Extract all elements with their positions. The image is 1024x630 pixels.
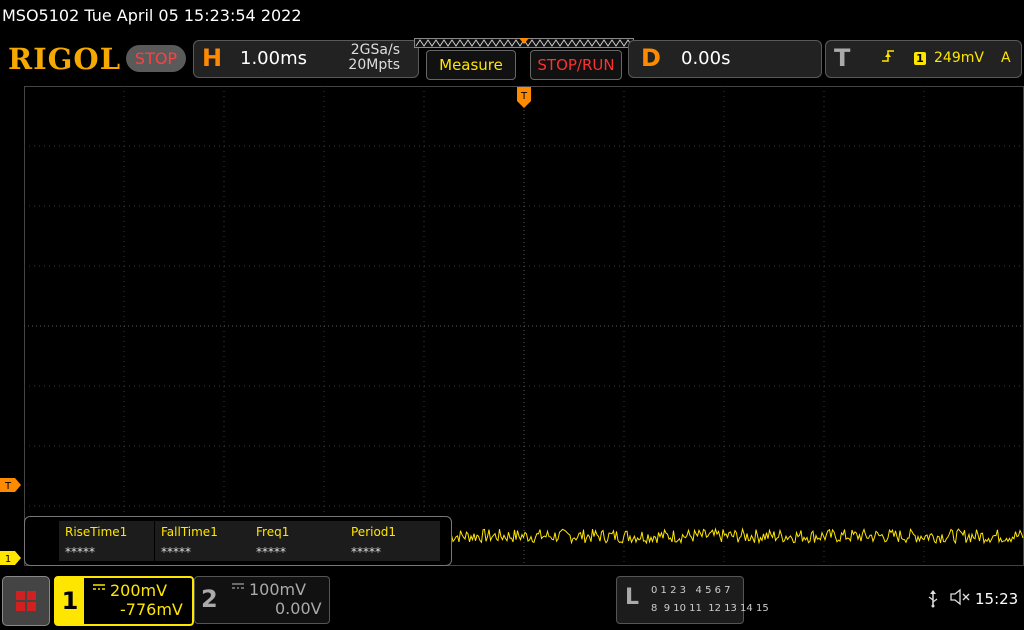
measurement-label: RiseTime1 — [65, 525, 128, 539]
ch1-scale: 200mV — [110, 581, 168, 600]
trigger-panel[interactable]: T 1 249mV A — [825, 40, 1022, 78]
trigger-level: 249mV — [934, 50, 984, 66]
main-menu-button[interactable] — [2, 576, 50, 626]
trigger-source-badge: 1 — [914, 52, 926, 65]
measurement-panel[interactable]: RiseTime1 ***** FallTime1 ***** Freq1 **… — [24, 516, 452, 566]
trigger-position-strip — [414, 38, 634, 48]
memory-depth: 20Mpts — [348, 57, 400, 73]
measurement-risetime[interactable]: RiseTime1 ***** — [59, 521, 154, 561]
measurement-falltime[interactable]: FallTime1 ***** — [155, 521, 250, 561]
horizontal-letter: H — [202, 44, 223, 72]
dc-coupling-icon — [232, 583, 244, 589]
dc-coupling-icon — [93, 584, 105, 590]
trigger-letter: T — [834, 44, 851, 72]
measurement-value: ***** — [256, 545, 286, 559]
ch2-offset: 0.00V — [275, 599, 322, 618]
title-bar: MSO5102 Tue April 05 15:23:54 2022 — [0, 0, 1024, 34]
logic-analyzer-panel[interactable]: L 0 1 2 3 4 5 6 7 8 9 10 11 12 13 14 15 — [616, 576, 769, 624]
grid-menu-icon — [16, 591, 36, 611]
horizontal-panel[interactable]: H 1.00ms 2GSa/s 20Mpts — [193, 40, 419, 78]
ch2-scale: 100mV — [249, 580, 307, 599]
measurement-freq[interactable]: Freq1 ***** — [250, 521, 345, 561]
measurement-value: ***** — [65, 545, 95, 559]
timebase-value: 1.00ms — [240, 48, 307, 69]
measurement-period[interactable]: Period1 ***** — [345, 521, 440, 561]
stop-run-button[interactable]: STOP/RUN — [530, 50, 622, 80]
measurement-value: ***** — [351, 545, 381, 559]
delay-value: 0.00s — [681, 48, 731, 69]
graticule — [24, 86, 1024, 566]
usb-icon — [928, 590, 938, 608]
trigger-level-marker[interactable]: T — [0, 478, 22, 492]
digital-channels-row2: 8 9 10 11 12 13 14 15 — [651, 603, 769, 614]
delay-panel[interactable]: D 0.00s — [628, 40, 822, 78]
svg-text:T: T — [4, 481, 12, 492]
mute-icon[interactable] — [950, 588, 970, 606]
run-status-badge[interactable]: STOP — [126, 45, 186, 72]
model-date-time: MSO5102 Tue April 05 15:23:54 2022 — [2, 6, 302, 25]
measurement-label: Freq1 — [256, 525, 290, 539]
ch2-number: 2 — [201, 585, 218, 613]
trigger-position-marker[interactable]: T — [517, 87, 531, 109]
measurement-value: ***** — [161, 545, 191, 559]
waveform-display[interactable] — [24, 86, 1024, 566]
delay-letter: D — [641, 44, 661, 72]
ch2-settings[interactable]: 2 100mV 0.00V — [194, 576, 330, 624]
svg-text:1: 1 — [5, 554, 11, 565]
digital-channels-row1: 0 1 2 3 4 5 6 7 — [651, 585, 731, 596]
logic-analyzer-letter: L — [625, 585, 640, 610]
sample-rate-depth: 2GSa/s 20Mpts — [342, 43, 400, 73]
svg-text:T: T — [520, 91, 528, 102]
trigger-mode: A — [1001, 50, 1011, 66]
rigol-logo: RIGOL — [8, 42, 122, 76]
measurement-label: Period1 — [351, 525, 397, 539]
measure-button[interactable]: Measure — [426, 50, 516, 80]
ch1-ground-marker[interactable]: 1 — [0, 551, 22, 565]
rising-edge-icon — [882, 50, 894, 62]
clock: 15:23 — [975, 590, 1019, 608]
ch1-settings[interactable]: 1 200mV -776mV — [54, 576, 194, 626]
sample-rate: 2GSa/s — [350, 42, 400, 58]
ch1-offset: -776mV — [120, 600, 183, 619]
ch1-number: 1 — [56, 578, 84, 624]
measurement-label: FallTime1 — [161, 525, 218, 539]
